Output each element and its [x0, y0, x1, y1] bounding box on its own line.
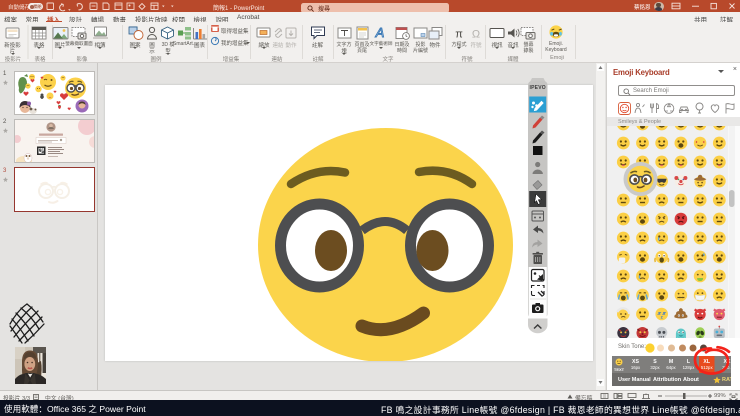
svg-text:π: π — [455, 29, 463, 41]
svg-text:IPEVO: IPEVO — [530, 85, 546, 91]
svg-text:A: A — [375, 25, 385, 40]
svg-text:Ω: Ω — [472, 29, 480, 41]
